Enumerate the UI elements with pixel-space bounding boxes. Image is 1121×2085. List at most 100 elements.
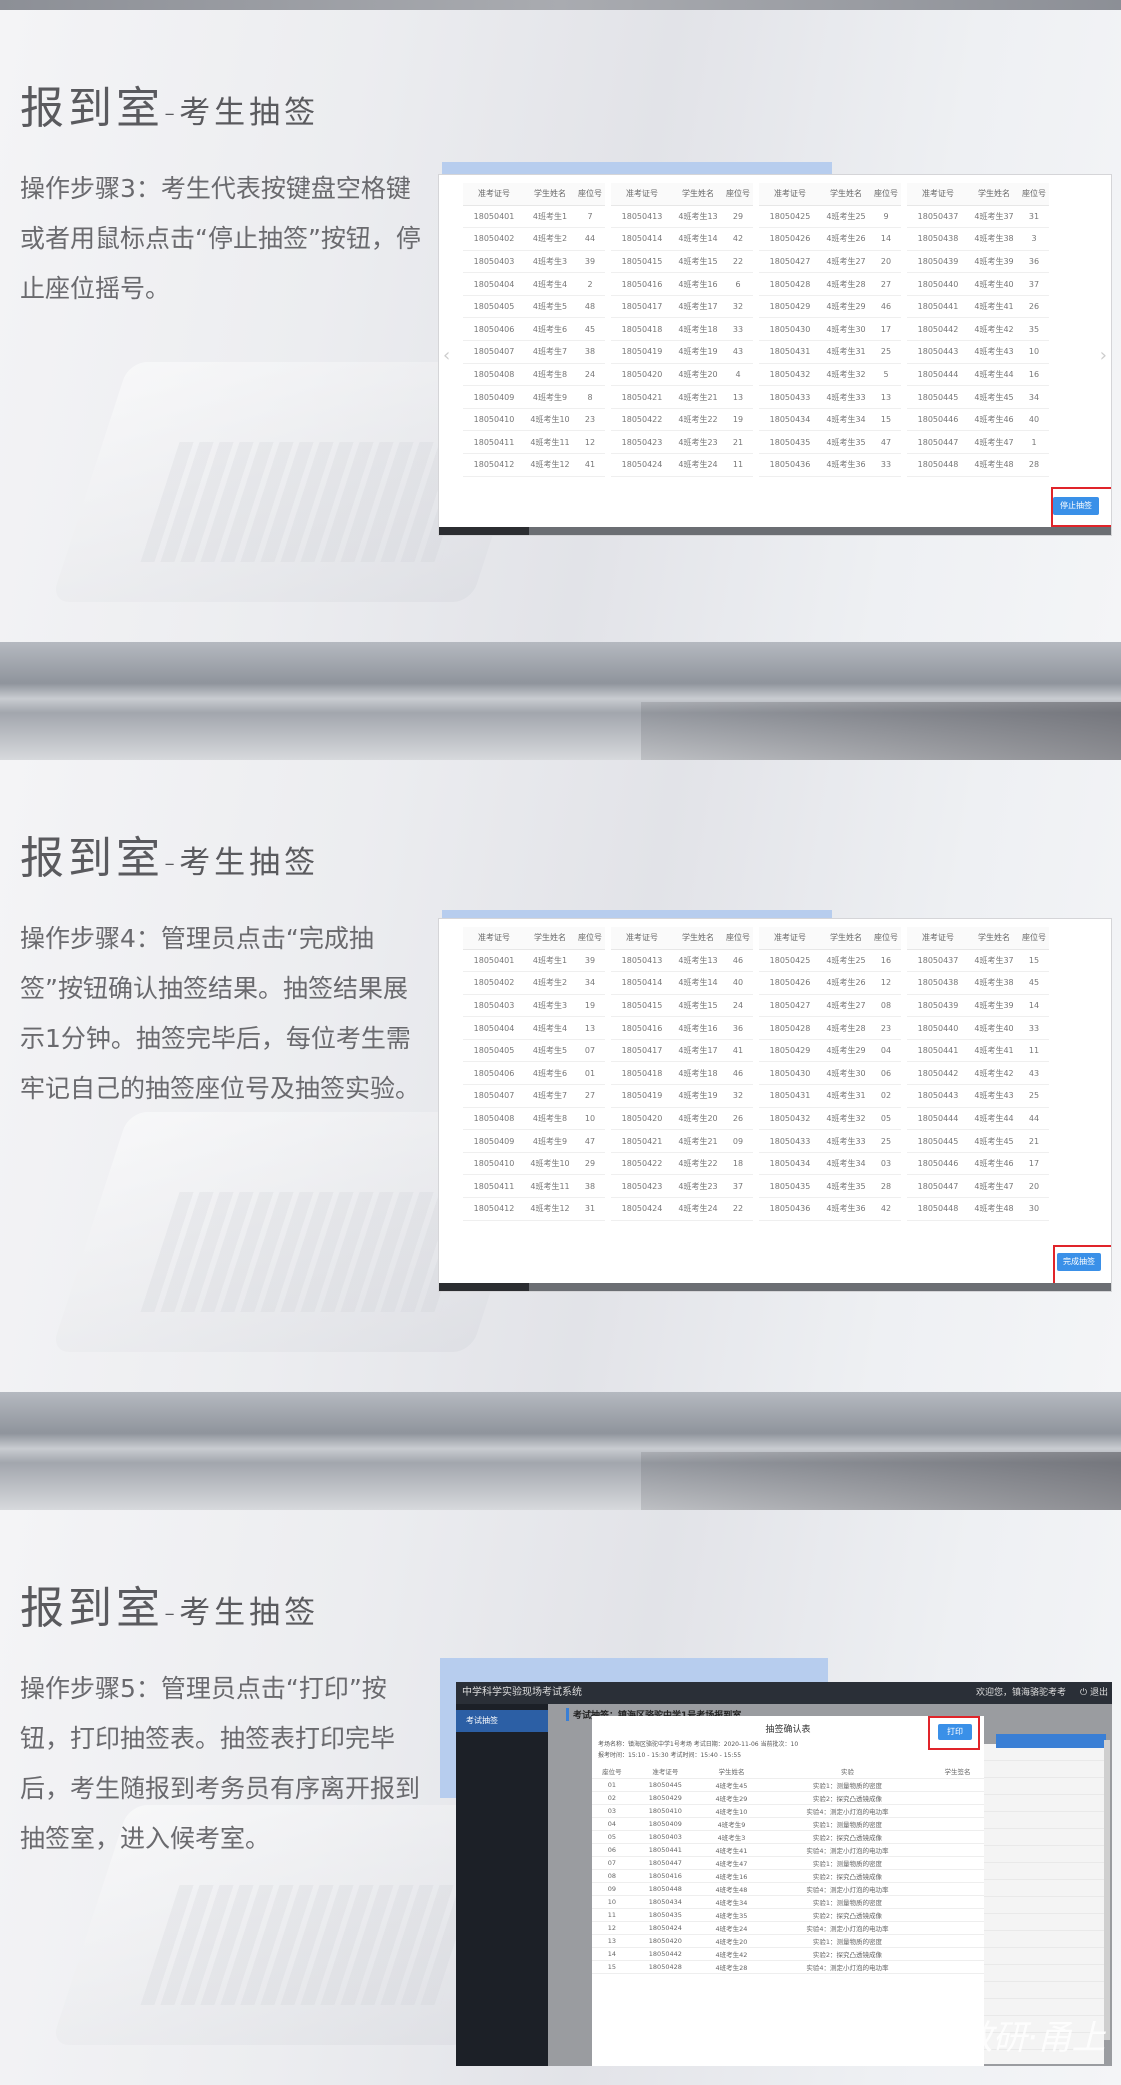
exam-id-cell: 18050423 xyxy=(611,430,673,455)
student-name-cell: 4班考生3 xyxy=(525,994,575,1018)
student-name-cell: 4班考生6 xyxy=(525,317,575,342)
table-row: 18050416 4班考生16 36 xyxy=(611,1016,753,1040)
seat-number-cell: 15 xyxy=(1019,949,1049,973)
table-row: 18050413 4班考生13 46 xyxy=(611,949,753,973)
sidebar-item-draw[interactable]: 考试抽签 xyxy=(456,1710,548,1732)
seat-number-cell: 14 xyxy=(1019,994,1049,1018)
student-name-cell: 4班考生3 xyxy=(525,250,575,274)
sidebar-item-label: 考试抽签 xyxy=(466,1716,498,1725)
student-name-cell: 4班考生18 xyxy=(673,1061,723,1086)
highlight-box xyxy=(1051,487,1111,527)
table-row: 18050448 4班考生48 30 xyxy=(907,1197,1049,1221)
student-name-cell: 4班考生5 xyxy=(525,295,575,319)
seat-number-cell: 33 xyxy=(871,453,901,477)
student-name-cell: 4班考生24 xyxy=(673,1197,723,1221)
student-name-cell: 4班考生16 xyxy=(673,1016,723,1040)
student-name-cell: 4班考生25 xyxy=(821,949,871,973)
exam-id-cell: 18050435 xyxy=(759,430,821,455)
seat-number-cell: 06 xyxy=(871,1061,901,1086)
exam-id-cell: 18050429 xyxy=(631,1791,699,1805)
table-row: 12 18050424 4班考生24 实验4：测定小灯泡的电功率 xyxy=(592,1921,984,1935)
seat-number-cell: 42 xyxy=(871,1197,901,1221)
table-row: 18050429 4班考生29 04 xyxy=(759,1039,901,1063)
exam-id-cell: 18050415 xyxy=(611,994,673,1018)
student-name-cell: 4班考生38 xyxy=(969,971,1019,995)
signature-cell xyxy=(931,1778,984,1792)
exam-id-cell: 18050430 xyxy=(759,317,821,342)
student-name-cell: 4班考生20 xyxy=(673,1107,723,1131)
exam-id-cell: 18050432 xyxy=(759,1107,821,1131)
exam-id-cell: 18050441 xyxy=(907,295,969,319)
student-name-cell: 4班考生15 xyxy=(673,994,723,1018)
student-name-cell: 4班考生27 xyxy=(821,250,871,274)
modal-info-2: 报考时间：15:10 - 15:30 考试时间：15:40 - 15:55 xyxy=(598,1752,742,1759)
table-row: 18050443 4班考生43 25 xyxy=(907,1084,1049,1108)
student-name-cell: 4班考生44 xyxy=(969,363,1019,387)
logout-link[interactable]: ⏻ 退出 xyxy=(1080,1682,1108,1704)
horizontal-scrollbar[interactable] xyxy=(439,1283,1111,1291)
exam-id-cell: 18050410 xyxy=(463,408,525,432)
vertical-scrollbar[interactable] xyxy=(1104,1740,1110,2040)
experiment-cell: 实验1：测量物质的密度 xyxy=(763,1817,932,1831)
student-name-cell: 4班考生42 xyxy=(969,1061,1019,1086)
table-row: 18050436 4班考生36 42 xyxy=(759,1197,901,1221)
table-row: 06 18050441 4班考生41 实验4：测定小灯泡的电功率 xyxy=(592,1843,984,1857)
seat-number-cell: 45 xyxy=(1019,971,1049,995)
exam-id-cell: 18050420 xyxy=(631,1934,699,1948)
exam-id-cell: 18050447 xyxy=(907,430,969,455)
horizontal-scrollbar[interactable] xyxy=(439,527,1111,535)
exam-id-cell: 18050438 xyxy=(907,227,969,251)
table-row: 18050404 4班考生4 2 xyxy=(463,272,605,296)
seat-number-cell: 32 xyxy=(723,1084,753,1108)
scrollbar-thumb[interactable] xyxy=(439,527,529,535)
table-row: 18050411 4班考生11 38 xyxy=(463,1174,605,1199)
column-header: 座位号 xyxy=(871,183,901,206)
table-row: 18050417 4班考生17 41 xyxy=(611,1039,753,1063)
seat-number-cell: 44 xyxy=(1019,1107,1049,1131)
exam-id-cell: 18050422 xyxy=(611,1152,673,1176)
signature-cell xyxy=(931,1856,984,1870)
prev-arrow-icon[interactable]: ‹ xyxy=(443,345,450,366)
student-name-cell: 4班考生47 xyxy=(699,1856,764,1870)
table-row: 18050405 4班考生5 07 xyxy=(463,1039,605,1063)
student-name-cell: 4班考生30 xyxy=(821,1061,871,1086)
table-row: 18050402 4班考生2 44 xyxy=(463,227,605,251)
draw-table-column: 准考证号 学生姓名 座位号 18050425 4班考生25 9 18050426 4班考生26… xyxy=(759,183,901,477)
table-row: 18050428 4班考生28 23 xyxy=(759,1016,901,1040)
student-name-cell: 4班考生41 xyxy=(969,1039,1019,1063)
seat-number-cell: 34 xyxy=(575,971,605,995)
seat-number-cell: 43 xyxy=(723,340,753,364)
seat-number-cell: 17 xyxy=(871,317,901,342)
student-name-cell: 4班考生38 xyxy=(969,227,1019,251)
exam-id-cell: 18050435 xyxy=(759,1174,821,1199)
title-main: 报到室 xyxy=(20,833,164,884)
student-name-cell: 4班考生47 xyxy=(969,430,1019,455)
seat-number-cell: 40 xyxy=(1019,408,1049,432)
student-name-cell: 4班考生47 xyxy=(969,1174,1019,1199)
seat-number-cell: 11 xyxy=(723,453,753,477)
title-sep: - xyxy=(164,845,180,881)
scrollbar-thumb[interactable] xyxy=(439,1283,529,1291)
table-row: 18050429 4班考生29 46 xyxy=(759,295,901,319)
experiment-cell: 实验2：探究凸透镜成像 xyxy=(763,1830,932,1844)
power-icon: ⏻ xyxy=(1080,1688,1090,1698)
column-header: 座位号 xyxy=(1019,927,1049,950)
seat-number-cell: 01 xyxy=(575,1061,605,1086)
exam-id-cell: 18050416 xyxy=(611,1016,673,1040)
table-row: 18050433 4班考生33 25 xyxy=(759,1129,901,1153)
student-name-cell: 4班考生45 xyxy=(699,1778,764,1792)
exam-id-cell: 18050441 xyxy=(907,1039,969,1063)
student-name-cell: 4班考生13 xyxy=(673,949,723,973)
seat-number-cell: 43 xyxy=(1019,1061,1049,1086)
table-row: 18050410 4班考生10 29 xyxy=(463,1152,605,1176)
exam-id-cell: 18050431 xyxy=(759,1084,821,1108)
column-header: 座位号 xyxy=(871,927,901,950)
exam-id-cell: 18050445 xyxy=(907,1129,969,1153)
next-arrow-icon[interactable]: › xyxy=(1100,345,1107,366)
table-row: 18050411 4班考生11 12 xyxy=(463,430,605,455)
seat-number-cell: 13 xyxy=(592,1934,632,1948)
table-row: 10 18050434 4班考生34 实验1：测量物质的密度 xyxy=(592,1895,984,1909)
exam-id-cell: 18050436 xyxy=(759,453,821,477)
student-name-cell: 4班考生48 xyxy=(969,453,1019,477)
table-row: 13 18050420 4班考生20 实验1：测量物质的密度 xyxy=(592,1934,984,1948)
